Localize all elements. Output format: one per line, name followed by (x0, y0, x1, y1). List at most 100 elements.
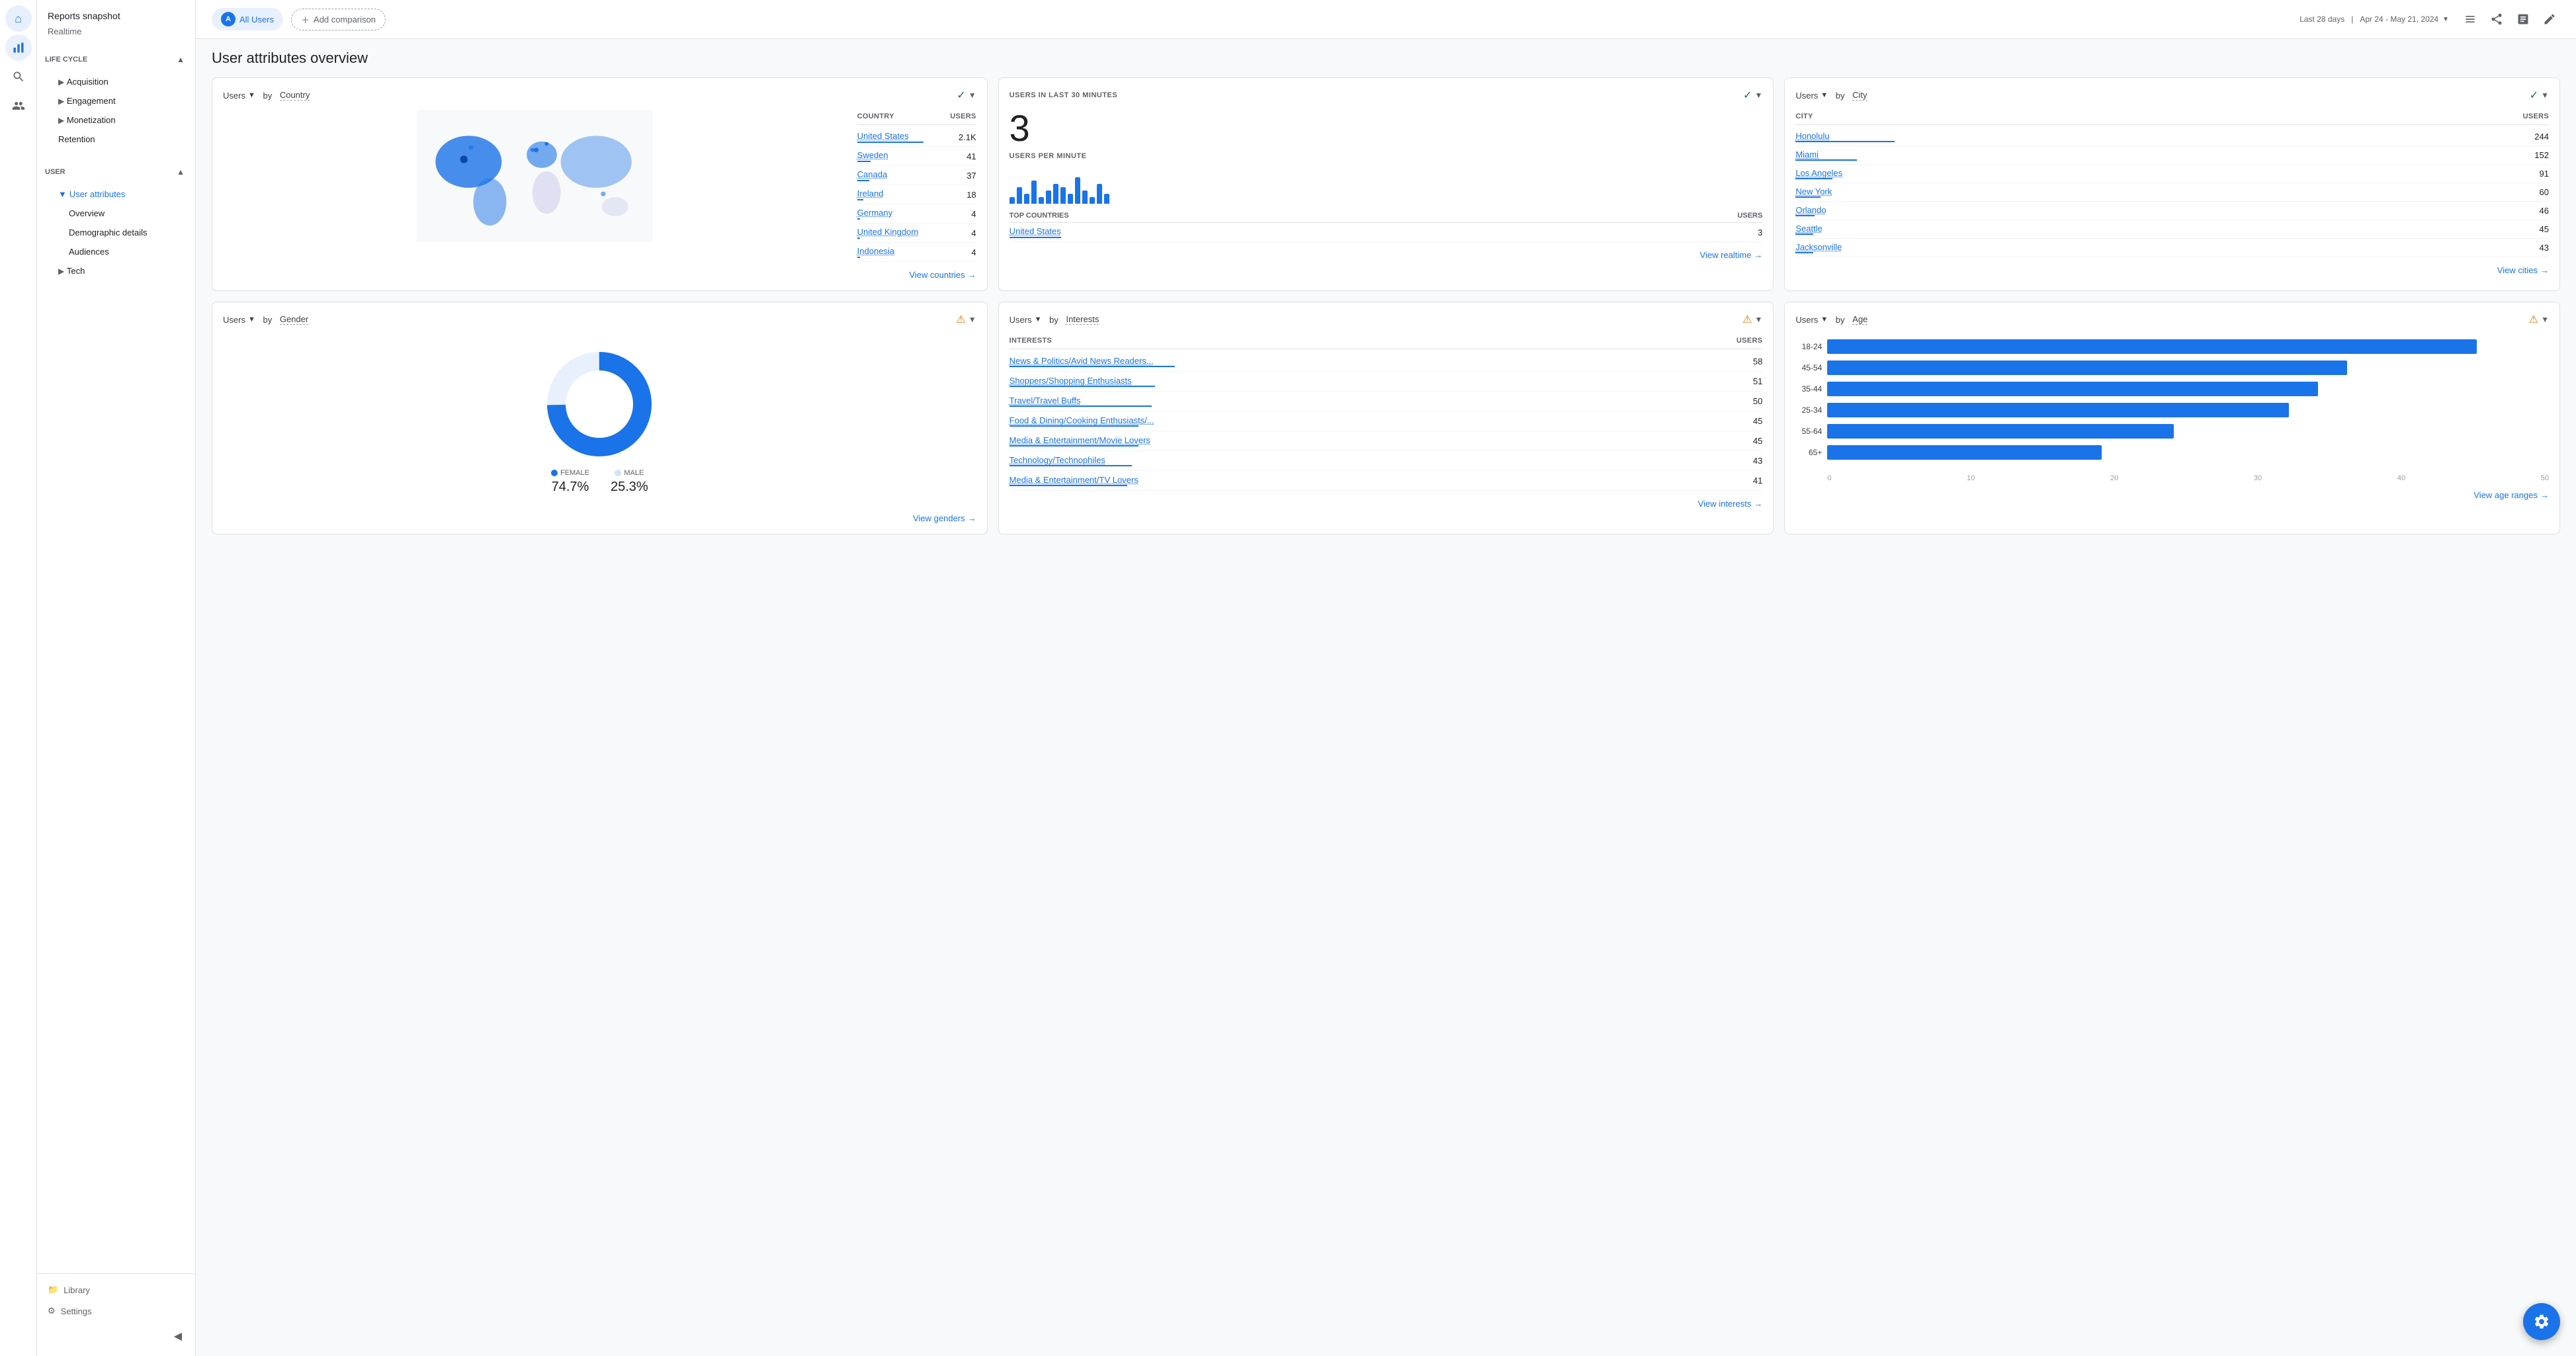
plus-icon: ＋ (301, 13, 310, 26)
collapse-icon[interactable]: ◀ (171, 1327, 185, 1345)
realtime-link[interactable]: Realtime (37, 24, 195, 44)
country-bar (857, 237, 860, 239)
city-card-dropdown[interactable]: ▼ (2541, 91, 2549, 100)
country-card-dropdown[interactable]: ▼ (968, 91, 976, 100)
view-realtime-link[interactable]: View realtime → (1009, 250, 1763, 260)
edit-icon-btn[interactable] (2539, 9, 2560, 30)
country-bar (857, 161, 871, 162)
sidebar-settings-link[interactable]: ⚙ Settings (37, 1300, 195, 1322)
realtime-check-icon: ✓ (1743, 89, 1752, 102)
realtime-bar (1068, 194, 1073, 204)
sidebar-item-monetization[interactable]: ▶ Monetization (37, 110, 195, 130)
view-countries-link[interactable]: View countries → (223, 270, 976, 280)
reports-snapshot-link[interactable]: Reports snapshot (37, 5, 195, 24)
realtime-countries-header: TOP COUNTRIES USERS (1009, 209, 1763, 223)
female-percentage: 74.7% (552, 480, 589, 495)
view-cities-link[interactable]: View cities → (1795, 265, 2549, 275)
country-bar (857, 180, 869, 181)
city-users-dropdown[interactable]: ▼ (1821, 91, 1828, 99)
city-table-rows: Honolulu 244 Miami 152 Los Angeles 91 Ne… (1795, 128, 2549, 257)
country-table-header: COUNTRY USERS (857, 110, 976, 125)
gender-users-dropdown[interactable]: ▼ (248, 316, 255, 323)
interests-card: Users ▼ by Interests ⚠ ▼ INTERESTS USERS (998, 302, 1774, 534)
compare-icon-btn[interactable] (2460, 9, 2481, 30)
table-row: Jacksonville 43 (1795, 239, 2549, 257)
engagement-chevron: ▶ (58, 97, 64, 106)
realtime-bar (1060, 187, 1066, 204)
realtime-card-dropdown[interactable]: ▼ (1754, 91, 1762, 100)
realtime-us-bar (1009, 237, 1061, 238)
list-item: Food & Dining/Cooking Enthusiasts/... 45 (1009, 411, 1763, 431)
table-row: Germany 4 (857, 204, 976, 224)
view-genders-link[interactable]: View genders → (223, 513, 976, 523)
date-separator: | (2351, 15, 2353, 24)
age-warning-icon: ⚠ (2529, 313, 2538, 326)
cities-arrow-icon: → (2540, 265, 2549, 275)
realtime-bar (1104, 194, 1109, 204)
sidebar-library-link[interactable]: 📁 Library (37, 1279, 195, 1300)
interests-users-dropdown[interactable]: ▼ (1035, 316, 1042, 323)
genders-arrow-icon: → (968, 513, 976, 523)
realtime-bar (1097, 184, 1102, 204)
interests-bar (1009, 366, 1175, 367)
sidebar-item-overview[interactable]: Overview (37, 204, 195, 223)
gender-card-header: Users ▼ by Gender ⚠ ▼ (223, 313, 976, 326)
interests-bar (1009, 445, 1138, 446)
add-comparison-button[interactable]: ＋ Add comparison (291, 9, 386, 30)
male-dot (615, 470, 621, 476)
settings-fab[interactable] (2523, 1303, 2560, 1340)
interests-card-dropdown[interactable]: ▼ (1754, 315, 1762, 324)
view-interests-link[interactable]: View interests → (1009, 499, 1763, 509)
users-dropdown-icon[interactable]: ▼ (248, 91, 255, 99)
lifecycle-header[interactable]: Life cycle ▲ (37, 50, 195, 69)
sidebar-collapse-btn[interactable]: ◀ (37, 1322, 195, 1351)
table-row: New York 60 (1795, 183, 2549, 202)
interests-bar (1009, 405, 1152, 407)
age-card-title: Users ▼ by Age (1795, 314, 1868, 325)
country-view-link-row: View countries → (223, 270, 976, 280)
list-item: 45-54 (1795, 360, 2549, 375)
date-range-selector[interactable]: Last 28 days | Apr 24 - May 21, 2024 ▼ (2299, 15, 2449, 24)
user-header[interactable]: User ▲ (37, 162, 195, 182)
realtime-per-minute-label: USERS PER MINUTE (1009, 152, 1763, 160)
top-cards-row: Users ▼ by Country ✓ ▼ (212, 77, 2560, 291)
audience-icon-btn[interactable] (5, 93, 32, 119)
table-row: Los Angeles 91 (1795, 165, 2549, 183)
city-bar (1795, 196, 1821, 198)
sidebar-item-audiences[interactable]: Audiences (37, 242, 195, 261)
gender-warning-icon: ⚠ (956, 313, 965, 326)
all-users-button[interactable]: A All Users (212, 8, 283, 30)
sidebar-item-retention[interactable]: Retention (37, 130, 195, 149)
age-users-dropdown[interactable]: ▼ (1821, 316, 1828, 323)
table-row: United States 2.1K (857, 128, 976, 147)
list-item: Technology/Technophiles 43 (1009, 451, 1763, 471)
city-bar (1795, 233, 1813, 235)
sidebar-icon-rail: ⌂ (0, 0, 37, 1356)
city-bar (1795, 159, 1857, 161)
sidebar-item-engagement[interactable]: ▶ Engagement (37, 91, 195, 110)
list-item: Media & Entertainment/Movie Lovers 45 (1009, 431, 1763, 451)
donut-container: FEMALE 74.7% MALE 25.3% (223, 334, 976, 505)
arrow-right-icon: → (968, 270, 976, 280)
country-bar (857, 199, 863, 200)
search-icon-btn[interactable] (5, 64, 32, 90)
country-card-controls: ✓ ▼ (957, 89, 976, 102)
list-item: 18-24 (1795, 339, 2549, 354)
age-axis: 01020304050 (1795, 472, 2549, 482)
view-age-ranges-link[interactable]: View age ranges → (1795, 490, 2549, 500)
sidebar-item-acquisition[interactable]: ▶ Acquisition (37, 72, 195, 91)
sidebar-item-user-attributes[interactable]: ▼ User attributes (37, 185, 195, 204)
sidebar-item-tech[interactable]: ▶ Tech (37, 261, 195, 280)
share-icon-btn[interactable] (2486, 9, 2507, 30)
realtime-bar-chart (1009, 171, 1763, 204)
gender-card-dropdown[interactable]: ▼ (968, 315, 976, 324)
country-card: Users ▼ by Country ✓ ▼ (212, 77, 988, 291)
analytics-icon-btn[interactable] (5, 34, 32, 61)
age-card-dropdown[interactable]: ▼ (2541, 315, 2549, 324)
city-card-controls: ✓ ▼ (2530, 89, 2549, 102)
sidebar-item-demographic-details[interactable]: Demographic details (37, 223, 195, 242)
home-icon-btn[interactable]: ⌂ (5, 5, 32, 32)
country-check-icon: ✓ (957, 89, 965, 102)
female-dot (551, 470, 558, 476)
insights-icon-btn[interactable] (2512, 9, 2534, 30)
